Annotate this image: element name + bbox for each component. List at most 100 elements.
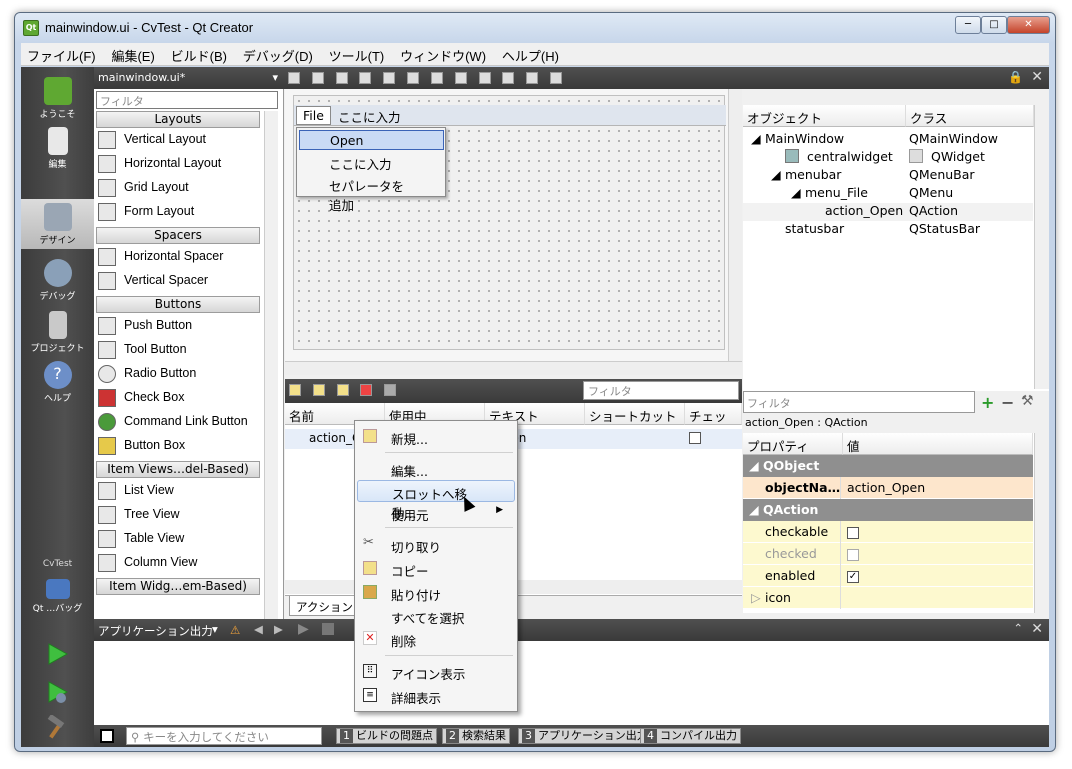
- tree-row-menu-file[interactable]: ◢ menu_File QMenu: [743, 185, 1033, 203]
- widget-tool-button[interactable]: Tool Button: [98, 339, 262, 363]
- title-bar[interactable]: Qt mainwindow.ui - CvTest - Qt Creator ─…: [15, 13, 1055, 43]
- widget-command-link-button[interactable]: Command Link Button: [98, 411, 262, 435]
- output-tab-search-results[interactable]: 2 検索結果: [442, 728, 510, 744]
- mode-welcome[interactable]: ようこそ: [21, 73, 94, 123]
- edit-buddies-icon[interactable]: [335, 72, 348, 84]
- edit-signals-icon[interactable]: [311, 72, 324, 84]
- output-tab-compile-output[interactable]: 4 コンパイル出力: [640, 728, 741, 744]
- menu-item-copy[interactable]: コピー: [357, 558, 515, 580]
- column-header-property[interactable]: プロパティ: [743, 433, 843, 455]
- mode-edit[interactable]: 編集: [21, 123, 94, 173]
- property-editor-scrollbar[interactable]: [1034, 433, 1049, 613]
- form-type-here-item[interactable]: ここに入力: [299, 152, 444, 172]
- mode-debug[interactable]: デバッグ: [21, 255, 94, 305]
- minimize-button[interactable]: ─: [955, 16, 981, 34]
- configure-wrench-icon[interactable]: ⚒: [1021, 393, 1034, 409]
- stop-icon[interactable]: [322, 623, 334, 635]
- widget-list-view[interactable]: List View: [98, 480, 262, 504]
- lock-icon[interactable]: 🔒: [1008, 70, 1023, 84]
- property-value[interactable]: action_Open: [843, 477, 929, 499]
- menu-edit[interactable]: 編集(E): [105, 43, 160, 68]
- paste-action-icon[interactable]: [336, 384, 349, 396]
- layout-form-icon[interactable]: [478, 72, 491, 84]
- new-action-icon[interactable]: [289, 384, 301, 396]
- widget-button-box[interactable]: Button Box: [98, 435, 262, 459]
- column-header-class[interactable]: クラス: [906, 105, 1034, 127]
- property-icon[interactable]: icon ▷: [743, 587, 1033, 609]
- canvas-vertical-scrollbar[interactable]: [728, 89, 742, 365]
- copy-action-icon[interactable]: [312, 384, 325, 396]
- build-hammer-icon[interactable]: [41, 715, 71, 741]
- output-pane-title[interactable]: アプリケーション出力: [98, 623, 213, 639]
- locator-input[interactable]: ⚲ キーを入力してください: [126, 727, 322, 745]
- menu-item-paste[interactable]: 貼り付け: [357, 582, 515, 604]
- maximize-button[interactable]: □: [981, 16, 1007, 34]
- maximize-pane-icon[interactable]: ⌃: [1013, 621, 1023, 635]
- category-item-widgets[interactable]: Item Widg…em-Based): [96, 578, 260, 595]
- adjust-size-icon[interactable]: [550, 72, 563, 84]
- menu-build[interactable]: ビルド(B): [165, 43, 233, 68]
- tree-row-centralwidget[interactable]: centralwidget QWidget: [743, 149, 1033, 167]
- form-add-separator[interactable]: セパレータを追加: [299, 174, 444, 213]
- object-inspector-scrollbar[interactable]: [1034, 105, 1049, 389]
- action-filter-input[interactable]: フィルタ: [583, 381, 739, 400]
- menu-item-new[interactable]: 新規...: [357, 426, 515, 448]
- prev-icon[interactable]: ◀: [254, 622, 263, 636]
- column-header-shortcut[interactable]: ショートカット: [585, 403, 685, 425]
- menu-item-delete[interactable]: ✕ 削除: [357, 628, 515, 650]
- category-item-views[interactable]: Item Views…del-Based): [96, 461, 260, 478]
- property-checkable[interactable]: checkable: [743, 521, 1033, 543]
- widget-table-view[interactable]: Table View: [98, 528, 262, 552]
- menu-window[interactable]: ウィンドウ(W): [394, 43, 492, 68]
- kit-selector[interactable]: Qt …バッグ: [21, 575, 94, 625]
- menu-item-detail-view[interactable]: ≡ 詳細表示: [357, 685, 515, 707]
- run-icon[interactable]: [41, 641, 71, 667]
- widget-vertical-spacer[interactable]: Vertical Spacer: [98, 270, 262, 294]
- widget-tree-view[interactable]: Tree View: [98, 504, 262, 528]
- menu-item-icon-view[interactable]: ⠿ アイコン表示: [357, 661, 515, 683]
- form-menubar[interactable]: File ここに入力: [294, 105, 726, 126]
- property-group-qobject[interactable]: ◢ QObject: [743, 455, 1033, 477]
- delete-action-icon[interactable]: [360, 384, 373, 396]
- layout-vertical-icon[interactable]: [407, 72, 420, 84]
- widget-box-scrollbar[interactable]: [264, 111, 278, 619]
- output-pane[interactable]: [94, 641, 1049, 725]
- edit-tab-order-icon[interactable]: [359, 72, 372, 84]
- menu-item-used-in[interactable]: 使用元 ▶: [357, 502, 515, 524]
- run-disabled-icon[interactable]: ▶: [298, 621, 309, 637]
- menu-tools[interactable]: ツール(T): [323, 43, 391, 68]
- add-dynamic-property-icon[interactable]: +: [981, 393, 994, 412]
- widget-vertical-layout[interactable]: Vertical Layout: [98, 129, 262, 153]
- property-objectname[interactable]: objectNa… action_Open: [743, 477, 1033, 499]
- menu-item-select-all[interactable]: すべてを選択: [357, 605, 515, 627]
- enabled-checkbox[interactable]: ✓: [847, 570, 859, 583]
- mode-help[interactable]: ? ヘルプ: [21, 357, 94, 407]
- property-group-qaction[interactable]: ◢ QAction: [743, 499, 1033, 521]
- widget-radio-button[interactable]: Radio Button: [98, 363, 262, 387]
- checked-checkbox[interactable]: [847, 548, 859, 561]
- layout-horizontal-icon[interactable]: [383, 72, 396, 84]
- mode-projects[interactable]: プロジェクト: [21, 307, 94, 357]
- widget-horizontal-spacer[interactable]: Horizontal Spacer: [98, 246, 262, 270]
- category-spacers[interactable]: Spacers: [96, 227, 260, 244]
- splitter-horizontal-icon[interactable]: [430, 72, 443, 84]
- mode-design[interactable]: デザイン: [21, 199, 94, 249]
- toggle-sidebar-icon[interactable]: [100, 729, 114, 743]
- column-header-checkable[interactable]: チェック可: [685, 403, 742, 443]
- close-button[interactable]: ✕: [1007, 16, 1050, 34]
- widget-horizontal-layout[interactable]: Horizontal Layout: [98, 153, 262, 177]
- checkable-checkbox[interactable]: [847, 526, 859, 539]
- menu-debug[interactable]: デバッグ(D): [237, 43, 319, 68]
- category-buttons[interactable]: Buttons: [96, 296, 260, 313]
- tree-row-statusbar[interactable]: statusbar QStatusBar: [743, 221, 1033, 239]
- tree-row-action-open[interactable]: action_Open QAction: [743, 203, 1033, 221]
- canvas-horizontal-scrollbar[interactable]: [285, 361, 742, 375]
- configure-icon[interactable]: [384, 384, 397, 396]
- menu-file[interactable]: ファイル(F): [21, 43, 102, 68]
- debug-run-icon[interactable]: [41, 679, 71, 705]
- menu-item-edit[interactable]: 編集...: [357, 458, 515, 480]
- open-file-combobox[interactable]: mainwindow.ui* ▾: [94, 67, 284, 89]
- widget-form-layout[interactable]: Form Layout: [98, 201, 262, 225]
- tree-row-menubar[interactable]: ◢ menubar QMenuBar: [743, 167, 1033, 185]
- menu-item-cut[interactable]: ✂ 切り取り: [357, 534, 515, 556]
